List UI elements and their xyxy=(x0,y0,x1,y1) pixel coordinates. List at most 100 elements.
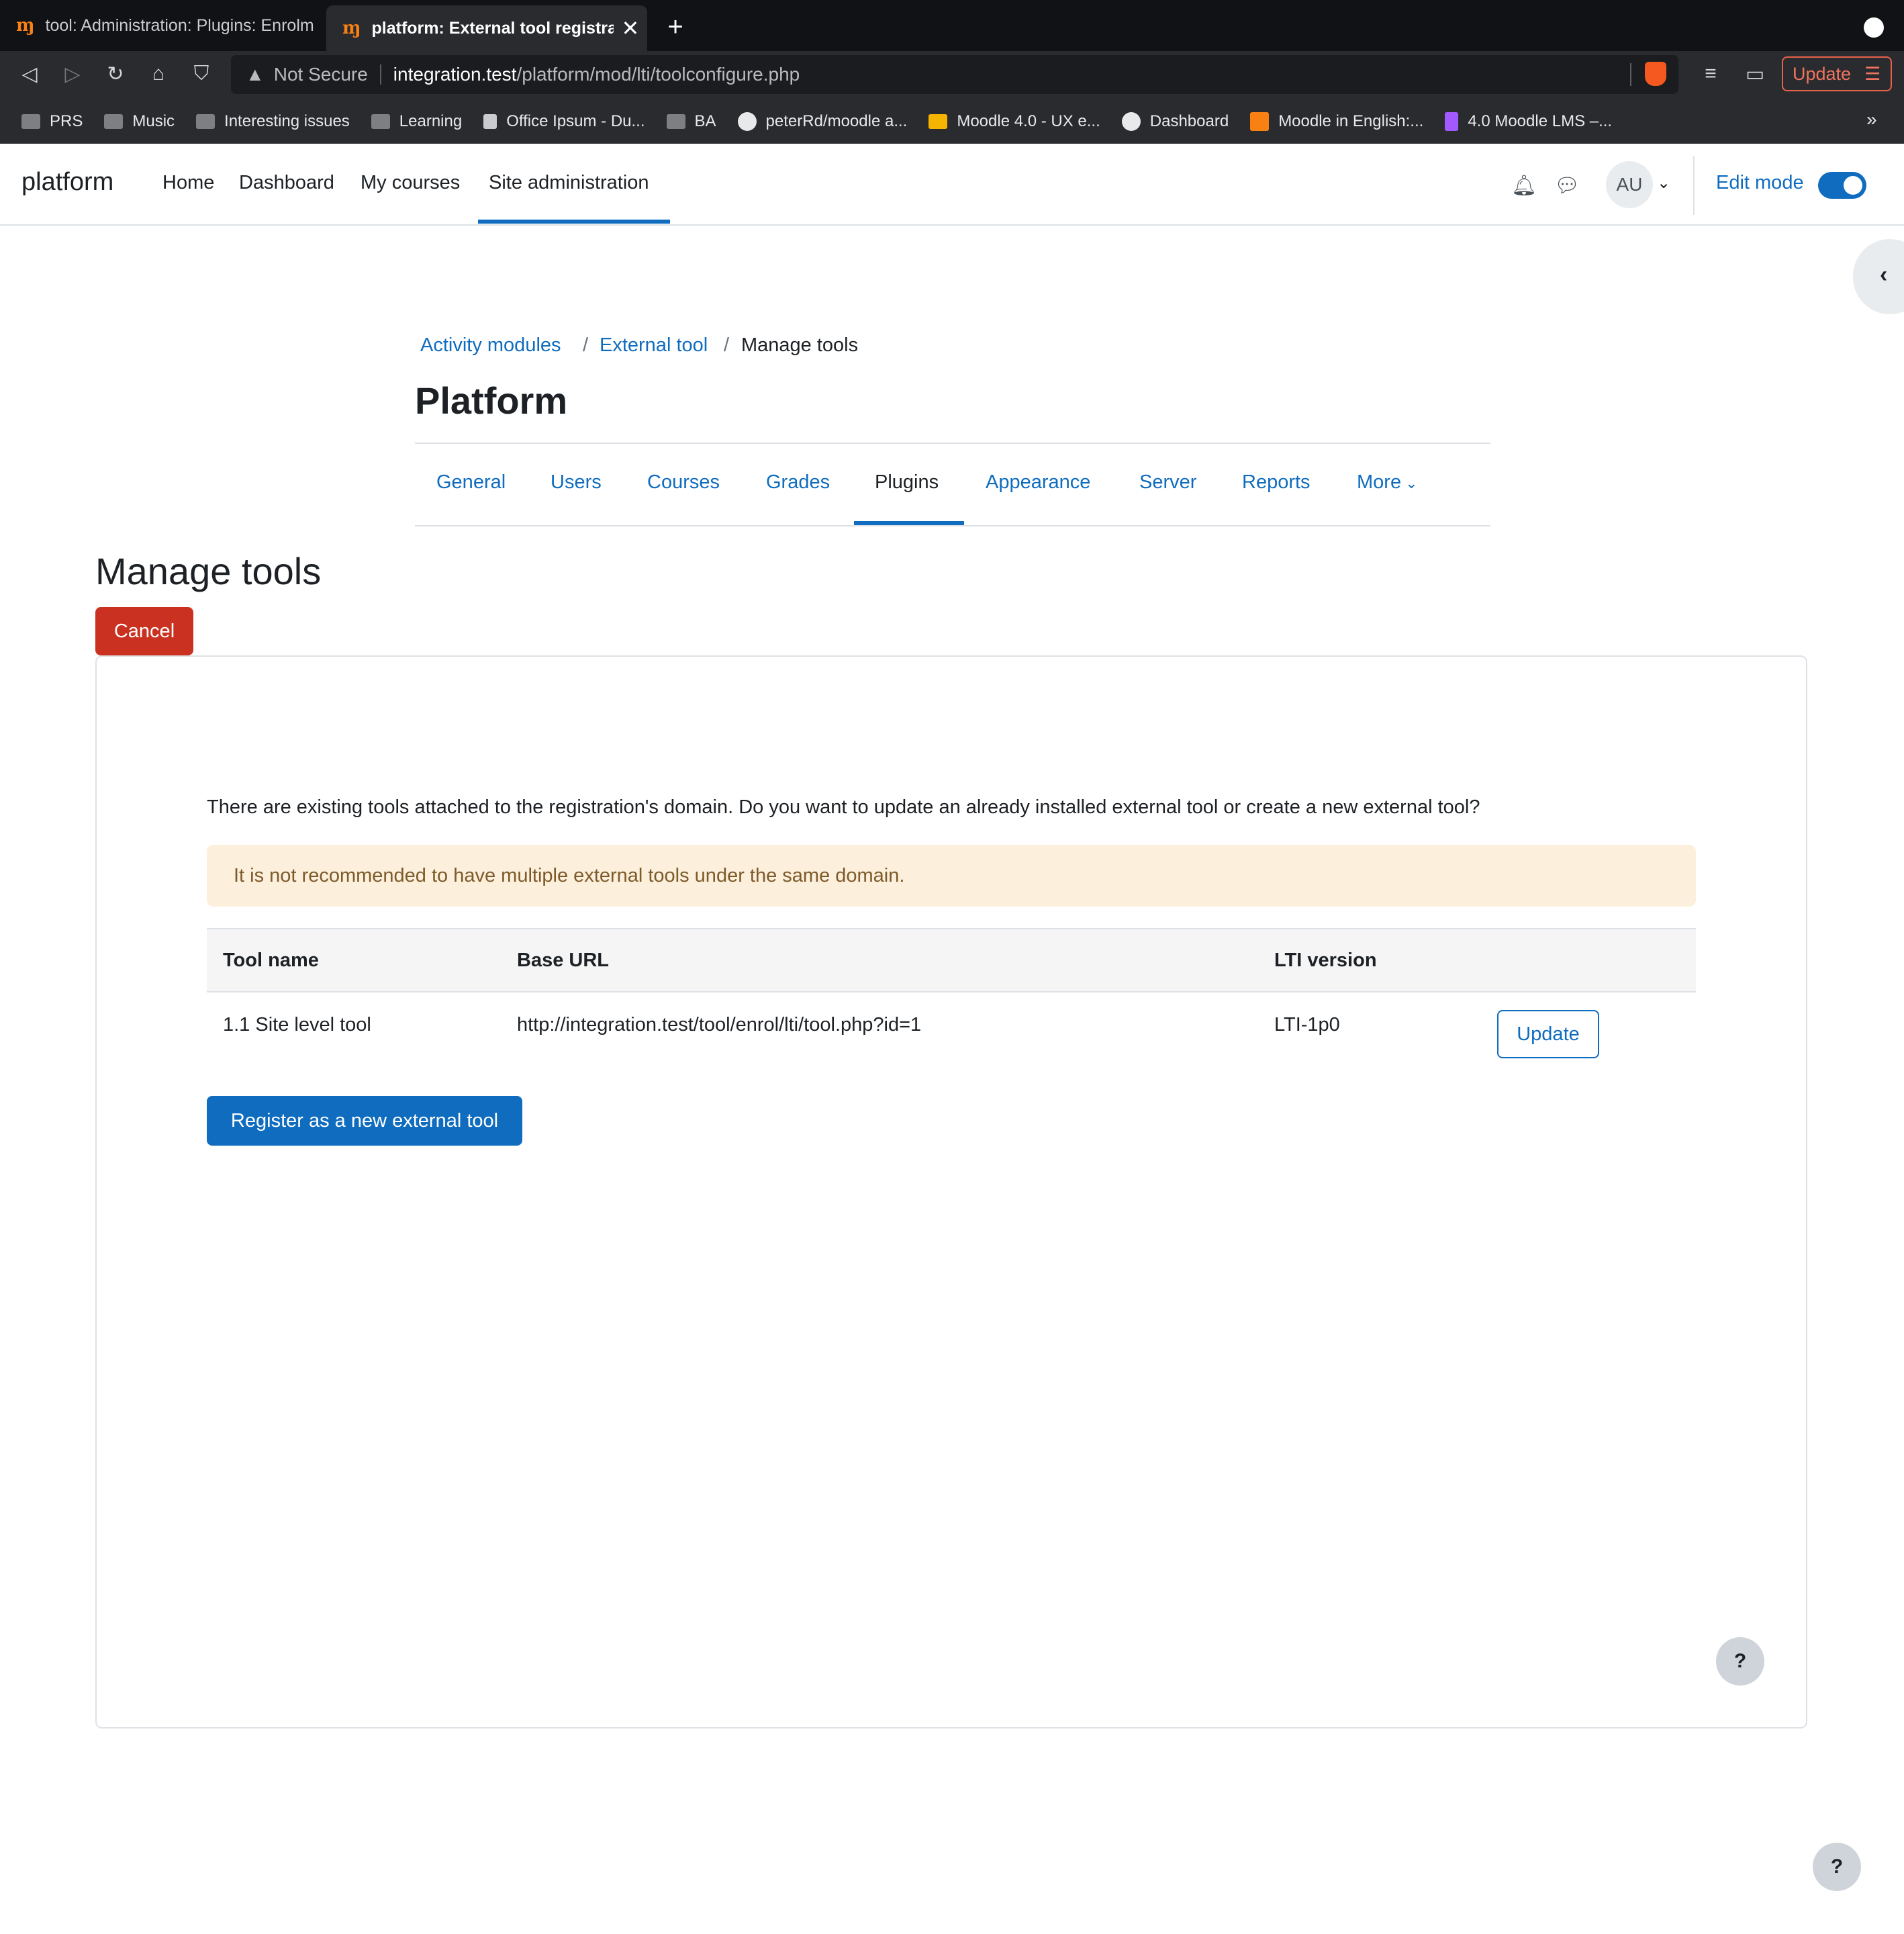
bookmark-icon[interactable]: ⛉ xyxy=(188,60,215,87)
tab-reports[interactable]: Reports xyxy=(1242,471,1311,494)
update-tool-button[interactable]: Update xyxy=(1497,1010,1599,1058)
wallet-icon[interactable]: ▭ xyxy=(1742,60,1768,87)
bookmark-item[interactable]: Moodle in English:... xyxy=(1250,112,1423,131)
register-new-tool-button[interactable]: Register as a new external tool xyxy=(207,1096,522,1146)
moodle-favicon-icon: ɱ xyxy=(342,18,361,38)
tab-appearance[interactable]: Appearance xyxy=(986,471,1090,494)
folder-icon xyxy=(21,114,40,129)
breadcrumb-separator: / xyxy=(583,334,589,356)
more-bookmarks-icon[interactable]: » xyxy=(1866,109,1877,130)
table-header xyxy=(207,928,1696,993)
nav-active-indicator xyxy=(478,220,670,224)
help-icon[interactable]: ? xyxy=(1813,1843,1861,1891)
tab-users[interactable]: Users xyxy=(551,471,602,494)
forward-icon[interactable]: ▷ xyxy=(59,60,86,87)
url-divider xyxy=(1630,63,1631,86)
divider xyxy=(415,525,1490,526)
bookmark-item[interactable]: Learning xyxy=(371,112,462,131)
tab-search-icon[interactable] xyxy=(1864,17,1884,38)
base-url-cell: http://integration.test/tool/enrol/lti/t… xyxy=(517,1014,922,1035)
intro-text: There are existing tools attached to the… xyxy=(207,796,1480,818)
open-drawer-button[interactable]: ‹ xyxy=(1853,239,1904,314)
bookmark-item[interactable]: BA xyxy=(666,112,716,131)
brave-shield-icon[interactable] xyxy=(1645,62,1666,86)
cancel-button[interactable]: Cancel xyxy=(95,607,193,655)
chevron-left-icon: ‹ xyxy=(1880,262,1888,287)
lti-version-cell: LTI-1p0 xyxy=(1274,1014,1340,1035)
nav-my-courses[interactable]: My courses xyxy=(361,172,460,194)
folder-icon xyxy=(371,114,390,129)
figma-icon xyxy=(1445,112,1459,131)
close-tab-icon[interactable]: ✕ xyxy=(622,15,640,41)
new-tab-icon[interactable]: + xyxy=(661,12,690,42)
tab-title: tool: Administration: Plugins: Enrolm xyxy=(45,15,314,35)
notifications-bell-icon[interactable]: 🔔︎ xyxy=(1511,172,1537,199)
slides-icon xyxy=(929,114,948,129)
tab-general[interactable]: General xyxy=(436,471,506,494)
nav-home[interactable]: Home xyxy=(162,172,214,194)
menu-icon: ☰ xyxy=(1864,63,1881,84)
url-divider xyxy=(379,64,381,85)
chevron-down-icon[interactable]: ⌄ xyxy=(1657,173,1670,193)
navbar-divider xyxy=(1693,156,1695,215)
update-label: Update xyxy=(1793,63,1852,84)
warning-icon: ▲ xyxy=(246,64,265,85)
address-bar[interactable]: ▲ Not Secure integration.test /platform/… xyxy=(231,55,1678,94)
edit-mode-toggle[interactable] xyxy=(1818,172,1866,199)
url-host: integration.test xyxy=(393,64,517,85)
globe-icon xyxy=(1121,112,1141,131)
tab-courses[interactable]: Courses xyxy=(647,471,720,494)
help-icon[interactable]: ? xyxy=(1716,1637,1764,1686)
user-avatar[interactable]: AU xyxy=(1606,161,1653,208)
tab-grades[interactable]: Grades xyxy=(766,471,830,494)
folder-icon xyxy=(196,114,216,129)
bookmark-item[interactable]: PRS xyxy=(21,112,83,131)
tab-server[interactable]: Server xyxy=(1139,471,1196,494)
breadcrumb-separator: / xyxy=(724,334,730,356)
column-header-base-url: Base URL xyxy=(517,950,609,971)
browser-update-button[interactable]: Update ☰ xyxy=(1782,56,1892,91)
bookmark-item[interactable]: Music xyxy=(104,112,175,131)
tab-title: platform: External tool registrat xyxy=(371,18,614,38)
tab-more[interactable]: More ⌄ xyxy=(1357,471,1418,494)
bookmark-item[interactable]: Dashboard xyxy=(1121,112,1229,131)
warning-alert: It is not recommended to have multiple e… xyxy=(207,845,1696,907)
bookmarks-bar: PRS Music Interesting issues Learning Of… xyxy=(0,99,1904,144)
messages-icon[interactable]: 💬︎ xyxy=(1554,172,1580,199)
bookmark-item[interactable]: Interesting issues xyxy=(196,112,350,131)
nav-dashboard[interactable]: Dashboard xyxy=(239,172,334,194)
breadcrumb-current: Manage tools xyxy=(741,334,859,356)
home-icon[interactable]: ⌂ xyxy=(145,60,172,87)
page-title: Platform xyxy=(415,379,568,422)
moodle-favicon-icon: ɱ xyxy=(16,15,35,36)
warning-text: It is not recommended to have multiple e… xyxy=(234,864,905,886)
bookmark-item[interactable]: Office Ipsum - Du... xyxy=(483,112,645,131)
not-secure-label: Not Secure xyxy=(273,64,368,85)
reload-icon[interactable]: ↻ xyxy=(102,60,129,87)
tab-plugins[interactable]: Plugins xyxy=(875,471,939,494)
nav-site-administration[interactable]: Site administration xyxy=(489,172,649,194)
column-header-tool-name: Tool name xyxy=(223,950,319,971)
playlist-icon[interactable]: ≡ xyxy=(1697,60,1724,87)
bookmark-item[interactable]: 4.0 Moodle LMS –... xyxy=(1445,112,1612,131)
office-icon xyxy=(483,114,497,129)
divider xyxy=(415,443,1490,444)
edit-mode-label: Edit mode xyxy=(1716,172,1804,193)
site-brand[interactable]: platform xyxy=(21,168,113,197)
back-icon[interactable]: ◁ xyxy=(16,60,43,87)
folder-icon xyxy=(104,114,124,129)
breadcrumb-external-tool[interactable]: External tool xyxy=(600,334,708,357)
github-icon xyxy=(737,112,757,131)
url-path: /platform/mod/lti/toolconfigure.php xyxy=(516,64,800,85)
moodle-icon xyxy=(1250,112,1270,131)
folder-icon xyxy=(666,114,685,129)
browser-tab-active[interactable]: ɱ platform: External tool registrat ✕ xyxy=(326,5,647,51)
bookmark-item[interactable]: peterRd/moodle a... xyxy=(737,112,907,131)
tool-name-cell: 1.1 Site level tool xyxy=(223,1014,371,1035)
browser-tab[interactable]: ɱ tool: Administration: Plugins: Enrolm xyxy=(0,5,322,46)
breadcrumb-activity-modules[interactable]: Activity modules xyxy=(420,334,561,357)
column-header-lti-version: LTI version xyxy=(1274,950,1377,971)
bookmark-item[interactable]: Moodle 4.0 - UX e... xyxy=(929,112,1100,131)
section-heading: Manage tools xyxy=(95,550,322,592)
chevron-down-icon: ⌄ xyxy=(1405,475,1418,492)
